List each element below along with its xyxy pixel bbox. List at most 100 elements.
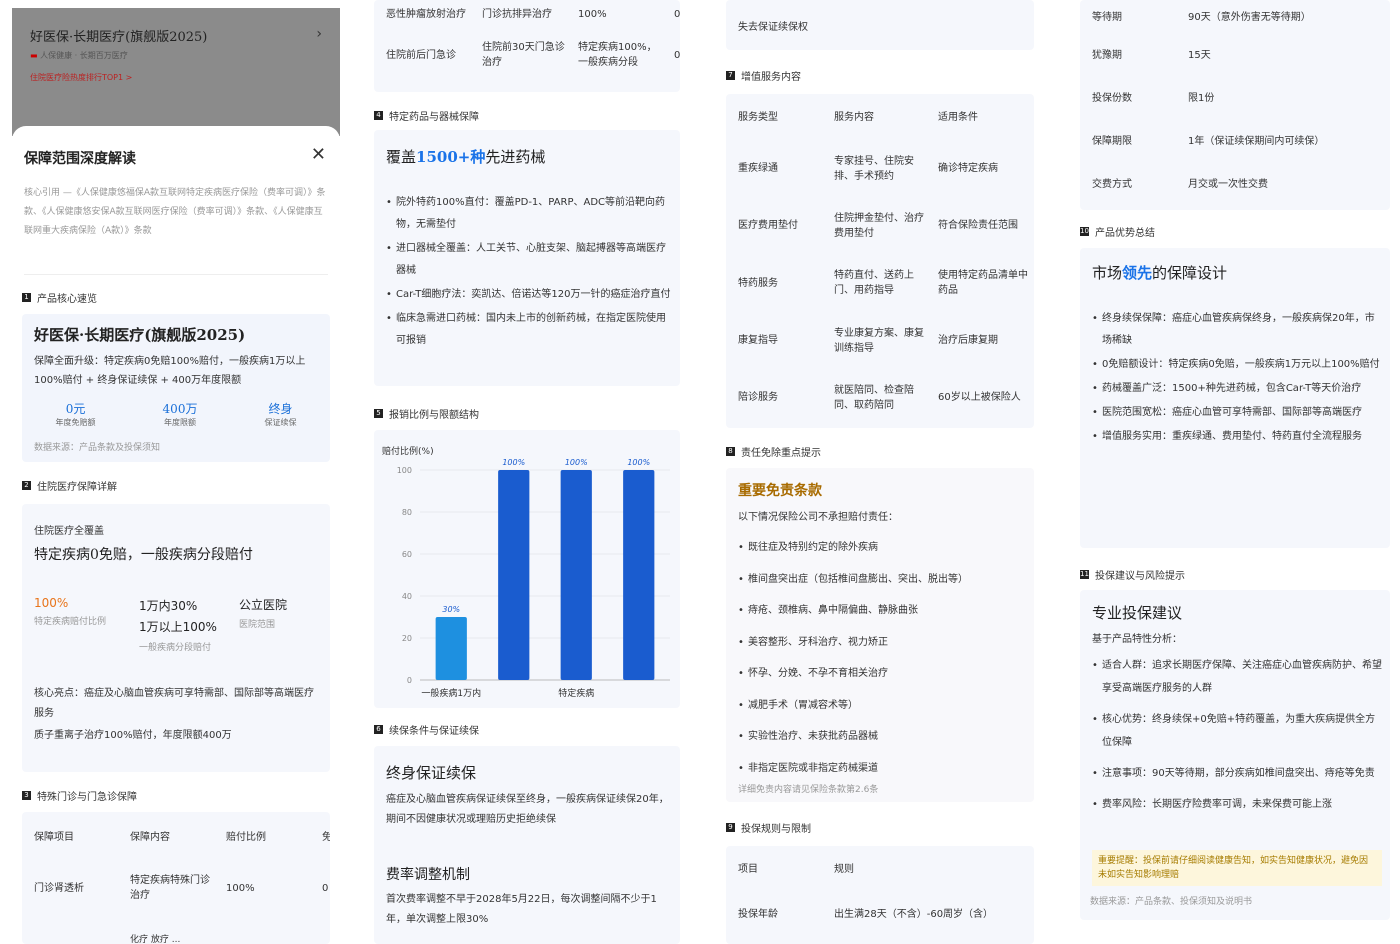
section-title-reimbursement: 5 报销比例与限额结构	[374, 406, 479, 421]
table-row: 交费方式 月交或一次性交费	[1092, 179, 1268, 190]
highlight-2: 质子重离子治疗100%赔付，年度限额400万	[34, 730, 232, 741]
table-row: 特药服务 特药直付、送药上门、用药指导 使用特定药品清单中药品	[738, 270, 1028, 296]
table-row: 恶性肿瘤放射治疗 门诊抗排异治疗 100% 0	[386, 8, 680, 20]
table-row: 重疾绿通 专家挂号、住院安排、手术预约 确诊特定疾病	[738, 155, 998, 182]
table-header: 项目 规则	[738, 863, 854, 875]
section-number: 10	[1080, 227, 1089, 236]
x-tick-label: 特定疾病	[558, 687, 594, 699]
overview-card: 好医保·长期医疗(旗舰版2025) 保障全面升级：特定疾病0免赔100%赔付，一…	[22, 314, 330, 462]
table-header: 服务类型 服务内容 适用条件	[738, 111, 978, 123]
panel-coverage-details-3: 失去保证续保权 7 增值服务内容 服务类型 服务内容 适用条件 重疾绿通 专家挂号、住院…	[704, 0, 1044, 944]
list-item: 适合人群：追求长期医疗保障、关注癌症心血管疾病防护、希望享受高端医疗服务的人群	[1092, 654, 1382, 700]
company-flag-icon: ▬	[30, 51, 38, 60]
list-item: 既往症及特别约定的除外疾病	[738, 532, 1028, 564]
section-title-outpatient: 3 特殊门诊与门急诊保障	[22, 788, 137, 803]
suggestions-card: 专业投保建议 基于产品特性分析： 适合人群：追求长期医疗保障、关注癌症心血管疾病…	[1080, 590, 1390, 920]
drugs-title: 覆盖1500+种先进药械	[386, 148, 546, 166]
exclusions-intro: 以下情况保险公司不承担赔付责任：	[738, 512, 898, 523]
renewal-title: 终身保证续保	[386, 764, 477, 782]
close-icon[interactable]: ✕	[311, 144, 326, 165]
outpatient-table-continued-body: 恶性肿瘤放射治疗 门诊抗排异治疗 100% 0 住院前后门急诊 住院前30天门急诊治疗特…	[374, 0, 680, 82]
y-tick-label: 60	[402, 550, 412, 559]
renewal-tail-text: 失去保证续保权	[738, 22, 808, 33]
list-item: 费率风险：长期医疗险费率可调，未来保费可能上涨	[1092, 793, 1382, 816]
exclusions-note: 详细免责内容请见保险条款第2.6条	[738, 785, 879, 795]
stat-deductible: 0元 年度免赔额	[55, 402, 96, 427]
section-number: 3	[22, 791, 31, 800]
section-number: 9	[726, 823, 735, 832]
list-item: 注意事项：90天等待期，部分疾病如椎间盘突出、痔疮等免责	[1092, 762, 1382, 785]
exclusions-card: 重要免责条款 以下情况保险公司不承担赔付责任： 既往症及特别约定的除外疾病 椎间…	[726, 468, 1034, 802]
section-title-overview: 1 产品核心速览	[22, 290, 97, 305]
section-title-rules: 9 投保规则与限制	[726, 820, 811, 835]
list-item: 痔疮、颈椎病、鼻中隔偏曲、静脉曲张	[738, 595, 1028, 627]
stat-limit: 400万 年度限额	[162, 402, 198, 427]
list-item: 进口器械全覆盖：人工关节、心脏支架、脑起搏器等高端医疗器械	[386, 238, 674, 282]
y-tick-label: 80	[402, 508, 412, 517]
table-row: 陪诊服务 就医陪同、检查陪同、取药陪同 60岁以上被保险人	[738, 384, 1021, 411]
bar-value-label: 100%	[627, 458, 650, 467]
app-subtitle: ▬ 人保健康 · 长期百万医疗	[30, 51, 128, 60]
bar	[498, 470, 530, 680]
source-note: 数据来源：产品条款、投保须知及说明书	[1090, 897, 1253, 907]
y-axis-label: 赔付比例(%)	[382, 445, 434, 457]
grid-cell-tiers: 1万内30% 1万以上100% 一般疾病分段赔付	[139, 599, 217, 653]
list-item: 实验性治疗、未获批药品器械	[738, 721, 1028, 753]
list-item: 医院范围宽松：癌症心血管可享特需部、国际部等高端医疗	[1092, 402, 1382, 424]
list-item: 椎间盘突出症（包括椎间盘膨出、突出、脱出等）	[738, 564, 1028, 596]
list-item: 药械覆盖广泛：1500+种先进药械，包含Car-T等天价治疗	[1092, 378, 1382, 400]
bar-value-label: 100%	[502, 458, 525, 467]
stat-renewal: 终身 保证续保	[264, 402, 297, 427]
table-row: 犹豫期 15天	[1092, 50, 1211, 61]
warning-box: 重要提醒：投保前请仔细阅读健康告知，如实告知健康状况，避免因未如实告知影响理赔	[1092, 850, 1382, 886]
chevron-right-icon[interactable]: ›	[316, 26, 322, 42]
renewal-desc: 癌症及心脑血管疾病保证续保至终身，一般疾病保证续保20年，期间不因健康状况或理赔…	[386, 794, 669, 825]
list-item: 临床急需进口药械：国内未上市的创新药械，在指定医院使用可报销	[386, 308, 674, 352]
section-title-advantages: 10 产品优势总结	[1080, 227, 1155, 239]
bar-value-label: 30%	[442, 605, 460, 614]
app-title: 好医保·长期医疗(旗舰版2025)	[30, 30, 208, 45]
grid-cell-hospital: 公立医院 医院范围	[239, 598, 288, 630]
section-number: 5	[374, 409, 383, 418]
sheet-title: 保障范围深度解读	[24, 151, 136, 167]
rules-card-continued: 等待期 90天（意外伤害无等待期） 犹豫期 15天 投保份数 限1份 保障期限 1年（保…	[1080, 0, 1390, 210]
table-row: 康复指导 专业康复方案、康复训练指导 治疗后康复期	[738, 327, 998, 354]
section-number: 4	[374, 111, 383, 120]
outpatient-table-card: 保障项目 保障内容 赔付比例免 门诊肾透析 特定疾病特殊门诊治疗 100% 0 化疗 放疗…	[22, 812, 330, 944]
list-item: 核心优势：终身续保+0免赔+特药覆盖，为重大疾病提供全方位保障	[1092, 708, 1382, 754]
list-item: 0免赔额设计：特定疾病0免赔，一般疾病1万元以上100%赔付	[1092, 354, 1382, 376]
app-badge[interactable]: 住院医疗险热度排行TOP1 >	[30, 72, 132, 83]
table-row: 保障期限 1年（保证续保期间内可续保）	[1092, 136, 1325, 147]
list-item: Car-T细胞疗法：奕凯达、倍诺达等120万一针的癌症治疗直付	[386, 284, 674, 306]
section-title-drugs: 4 特定药品与器械保障	[374, 108, 479, 123]
inpatient-label: 住院医疗全覆盖	[34, 526, 104, 537]
overview-title: 好医保·长期医疗(旗舰版2025)	[34, 326, 246, 344]
panel-coverage-details-1: 好医保·长期医疗(旗舰版2025) › ▬ 人保健康 · 长期百万医疗 住院医疗…	[0, 0, 340, 944]
list-item: 非指定医院或非指定药械渠道	[738, 753, 1028, 785]
drugs-list: 院外特药100%直付：覆盖PD-1、PARP、ADC等前沿靶向药物，无需垫付 进…	[386, 192, 674, 352]
advantages-list: 终身续保保障：癌症心血管疾病保终身，一般疾病保20年，市场稀缺 0免赔额设计：特…	[1092, 308, 1382, 448]
rate-title: 费率调整机制	[386, 867, 470, 883]
advantages-title: 市场领先的保障设计	[1092, 264, 1228, 282]
section-title-renewal: 6 续保条件与保证续保	[374, 722, 479, 737]
advantages-card: 市场领先的保障设计 终身续保保障：癌症心血管疾病保终身，一般疾病保20年，市场稀…	[1080, 248, 1390, 548]
section-title-inpatient: 2 住院医疗保障详解	[22, 478, 117, 493]
table-row: 住院前后门急诊 住院前30天门急诊治疗 特定疾病100%，一般疾病分段 0	[386, 42, 680, 68]
table-row: 等待期 90天（意外伤害无等待期）	[1092, 11, 1311, 23]
rules-table: 项目 规则 投保年龄 出生满28天（不含）-60周岁（含）	[726, 846, 1034, 936]
section-title-suggestions: 11 投保建议与风险提示	[1080, 570, 1185, 582]
section-number: 6	[374, 725, 383, 734]
inpatient-title: 特定疾病0免赔，一般疾病分段赔付	[34, 547, 253, 563]
table-header: 保障项目 保障内容 赔付比例免	[34, 831, 330, 843]
bar	[435, 617, 467, 680]
panel-coverage-details-4: 等待期 90天（意外伤害无等待期） 犹豫期 15天 投保份数 限1份 保障期限 1年（保…	[1058, 0, 1400, 944]
outpatient-table-continued: 恶性肿瘤放射治疗 门诊抗排异治疗 100% 0 住院前后门急诊 住院前30天门急诊治疗特…	[374, 0, 680, 92]
y-tick-label: 0	[407, 676, 412, 685]
rate-desc: 首次费率调整不早于2028年5月22日，每次调整间隔不少于1年，单次调整上限30…	[386, 894, 657, 925]
y-tick-label: 100	[397, 466, 412, 475]
table-row: 门诊肾透析 特定疾病特殊门诊治疗 100% 0	[34, 875, 329, 901]
section-number: 1	[22, 293, 31, 302]
partial-row: 化疗 放疗 ...	[130, 935, 181, 944]
exclusions-title: 重要免责条款	[738, 483, 822, 499]
rate-card-bottom: 失去保证续保权	[726, 0, 1034, 50]
